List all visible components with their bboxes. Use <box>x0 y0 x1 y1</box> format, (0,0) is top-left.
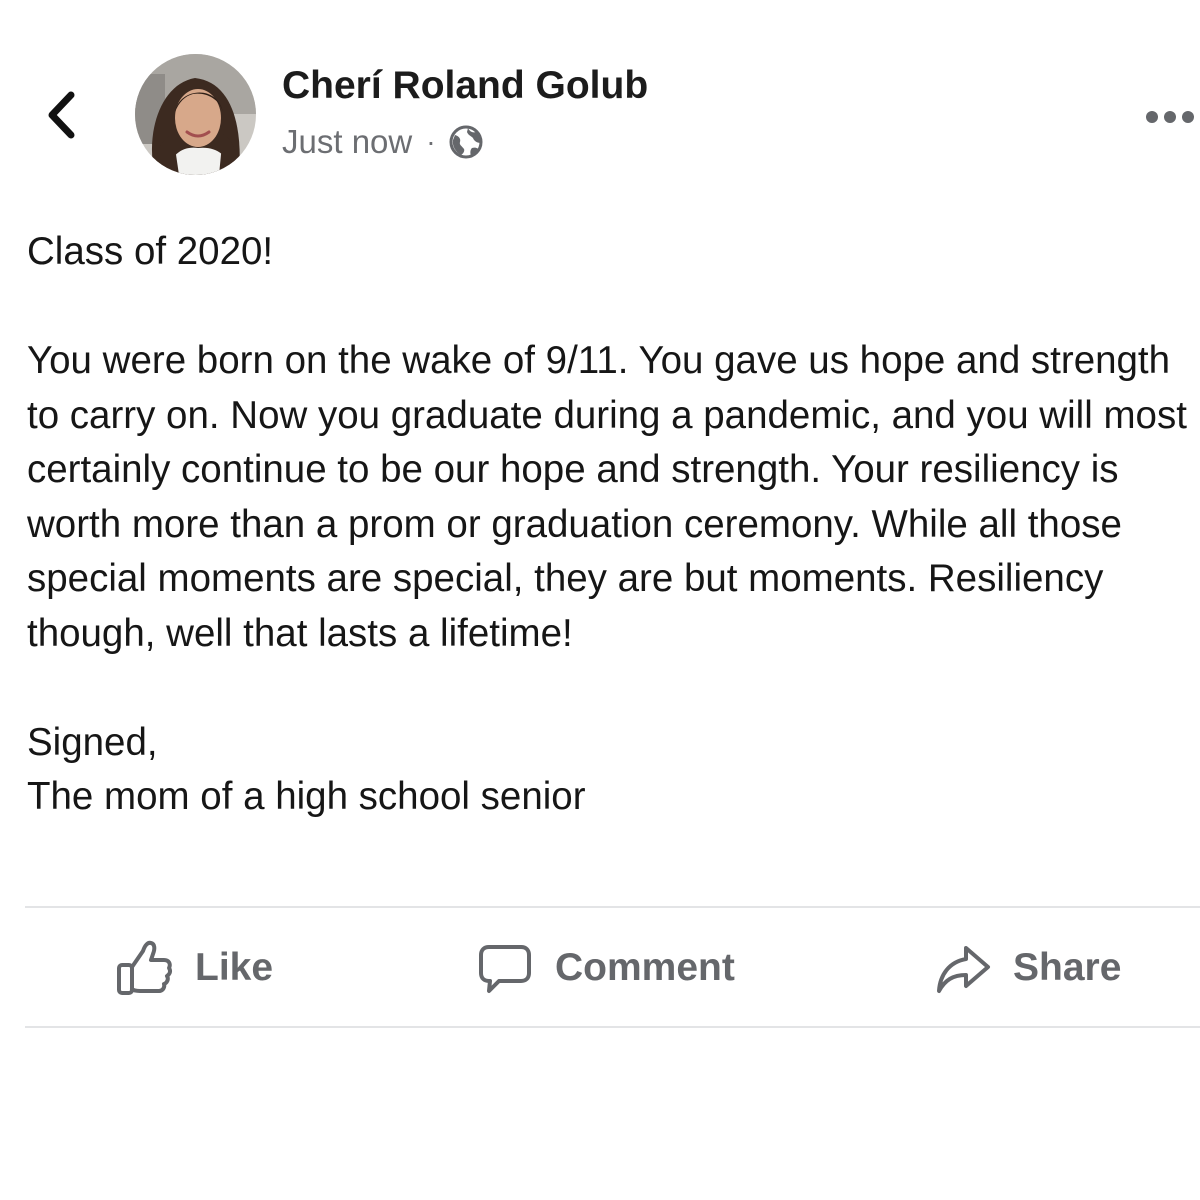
comment-button[interactable]: Comment <box>477 935 735 1001</box>
thumbs-up-icon <box>115 938 173 998</box>
more-horizontal-icon <box>1146 111 1194 123</box>
divider <box>25 906 1200 908</box>
profile-photo <box>135 54 256 175</box>
share-button[interactable]: Share <box>935 935 1121 1001</box>
post-signature: Signed, The mom of a high school senior <box>27 720 586 819</box>
share-label: Share <box>1013 946 1122 989</box>
author-name[interactable]: Cherí Roland Golub <box>282 64 648 108</box>
like-label: Like <box>195 946 274 989</box>
chevron-left-icon <box>48 91 75 139</box>
post-paragraph: You were born on the wake of 9/11. You g… <box>27 339 1187 655</box>
comment-bubble-icon <box>477 940 533 996</box>
more-options-button[interactable] <box>1140 100 1200 134</box>
like-button[interactable]: Like <box>115 935 273 1001</box>
post-timestamp[interactable]: Just now <box>282 123 412 161</box>
back-button[interactable] <box>38 84 88 146</box>
divider <box>25 1026 1200 1028</box>
post-body: Class of 2020! You were born on the wake… <box>27 225 1192 825</box>
comment-label: Comment <box>555 946 735 989</box>
post-meta: Just now · <box>282 120 484 164</box>
meta-separator: · <box>426 126 436 157</box>
avatar[interactable] <box>135 54 256 175</box>
globe-icon[interactable] <box>448 124 484 160</box>
share-arrow-icon <box>935 940 991 996</box>
post-headline: Class of 2020! <box>27 230 274 273</box>
